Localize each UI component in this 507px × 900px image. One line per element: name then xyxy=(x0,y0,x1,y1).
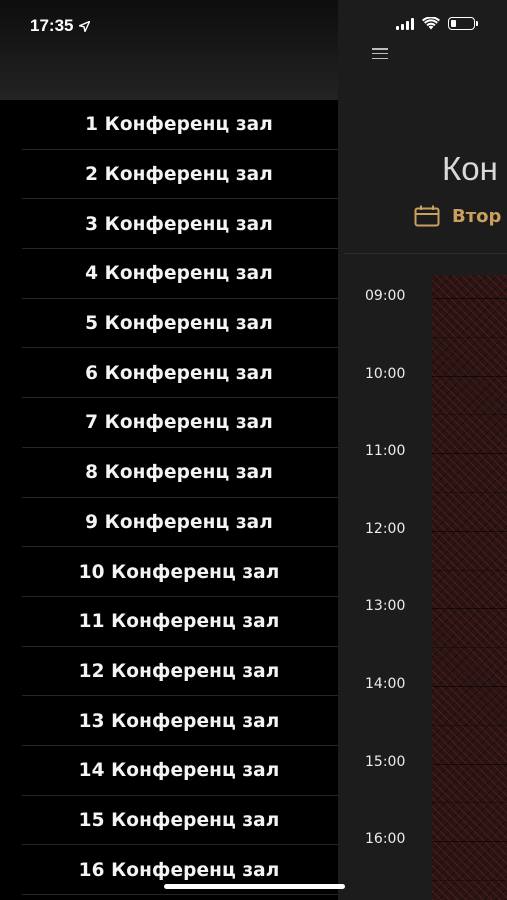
time-label: 12:00 xyxy=(365,520,406,537)
room-label: 8 Конференц зал xyxy=(85,462,273,484)
screen: Кон Втор 09:00 10:00 11:00 12:00 13:00 14:00 1… xyxy=(0,0,507,900)
hour-gridline xyxy=(432,686,507,687)
half-hour-gridline xyxy=(432,724,507,726)
schedule-grid[interactable] xyxy=(432,275,507,900)
room-list-item[interactable]: 10 Конференц зал xyxy=(0,547,338,597)
hour-gridline xyxy=(432,763,507,765)
time-label: 10:00 xyxy=(365,365,406,382)
room-list-item[interactable]: 12 Конференц зал xyxy=(0,647,338,697)
room-list-item[interactable]: 4 Конференц зал xyxy=(0,249,338,299)
room-label: 10 Конференц зал xyxy=(78,561,280,583)
side-drawer: 17:35 1 Конференц зал 2 Конференц зал 3 Ко… xyxy=(0,0,338,900)
room-label: 13 Конференц зал xyxy=(78,710,280,732)
drawer-header: 17:35 xyxy=(0,0,338,100)
room-label: 16 Конференц зал xyxy=(78,859,280,881)
room-label: 9 Конференц зал xyxy=(85,511,273,533)
room-label: 11 Конференц зал xyxy=(78,611,280,633)
cellular-signal-icon xyxy=(396,17,414,30)
half-hour-gridline xyxy=(432,569,507,571)
status-time: 17:35 xyxy=(30,16,91,36)
room-list-item[interactable]: 2 Конференц зал xyxy=(0,150,338,200)
room-list-item[interactable]: 7 Конференц зал xyxy=(0,398,338,448)
time-label: 13:00 xyxy=(365,598,406,615)
room-label: 1 Конференц зал xyxy=(85,114,273,136)
room-label: 15 Конференц зал xyxy=(78,809,280,831)
room-list-item[interactable]: 5 Конференц зал xyxy=(0,299,338,349)
hour-gridline xyxy=(432,298,507,299)
room-list-item[interactable]: 1 Конференц зал xyxy=(0,100,338,150)
home-indicator[interactable] xyxy=(164,884,345,889)
half-hour-gridline xyxy=(432,880,507,881)
time-label: 09:00 xyxy=(365,288,406,304)
room-label: 14 Конференц зал xyxy=(78,760,280,782)
page-title: Кон xyxy=(442,150,498,187)
wifi-icon xyxy=(422,17,440,30)
hour-gridline xyxy=(432,453,507,455)
room-list-item[interactable]: 9 Конференц зал xyxy=(0,498,338,548)
hour-gridline xyxy=(432,375,507,377)
status-time-text: 17:35 xyxy=(30,16,74,35)
battery-level xyxy=(451,20,456,27)
time-label: 16:00 xyxy=(365,831,406,848)
room-list-item[interactable]: 6 Конференц зал xyxy=(0,348,338,398)
time-label: 15:00 xyxy=(365,753,406,770)
room-label: 3 Конференц зал xyxy=(85,213,273,235)
room-label: 5 Конференц зал xyxy=(85,313,273,335)
room-label: 7 Конференц зал xyxy=(85,412,273,434)
hour-gridline xyxy=(432,841,507,843)
room-list-item[interactable]: 3 Конференц зал xyxy=(0,199,338,249)
room-label: 6 Конференц зал xyxy=(85,362,273,384)
room-list-item[interactable]: 8 Конференц зал xyxy=(0,448,338,498)
room-list: 1 Конференц зал 2 Конференц зал 3 Конферен… xyxy=(0,100,338,895)
hour-gridline xyxy=(432,530,507,532)
room-label: 2 Конференц зал xyxy=(85,164,273,186)
date-text: Втор xyxy=(452,205,502,227)
room-label: 12 Конференц зал xyxy=(78,660,280,682)
calendar-icon xyxy=(414,205,440,227)
half-hour-gridline xyxy=(432,492,507,493)
room-list-item[interactable]: 11 Конференц зал xyxy=(0,597,338,647)
room-label: 4 Конференц зал xyxy=(85,263,273,285)
hour-gridline xyxy=(432,608,507,610)
half-hour-gridline xyxy=(432,336,507,338)
hamburger-menu-icon[interactable] xyxy=(372,48,388,59)
date-selector[interactable]: Втор xyxy=(414,205,501,227)
top-bar xyxy=(338,0,507,100)
battery-icon xyxy=(448,17,478,30)
header-divider xyxy=(344,253,507,254)
half-hour-gridline xyxy=(432,414,507,416)
main-calendar-page: Кон Втор 09:00 10:00 11:00 12:00 13:00 14:00 1… xyxy=(338,0,507,900)
location-arrow-icon xyxy=(79,20,91,32)
half-hour-gridline xyxy=(432,802,507,804)
half-hour-gridline xyxy=(432,647,507,649)
room-list-item[interactable]: 13 Конференц зал xyxy=(0,696,338,746)
status-indicators xyxy=(396,17,478,30)
time-label: 14:00 xyxy=(365,676,406,692)
room-list-item[interactable]: 15 Конференц зал xyxy=(0,796,338,846)
time-label: 11:00 xyxy=(365,443,406,460)
room-list-item[interactable]: 14 Конференц зал xyxy=(0,746,338,796)
